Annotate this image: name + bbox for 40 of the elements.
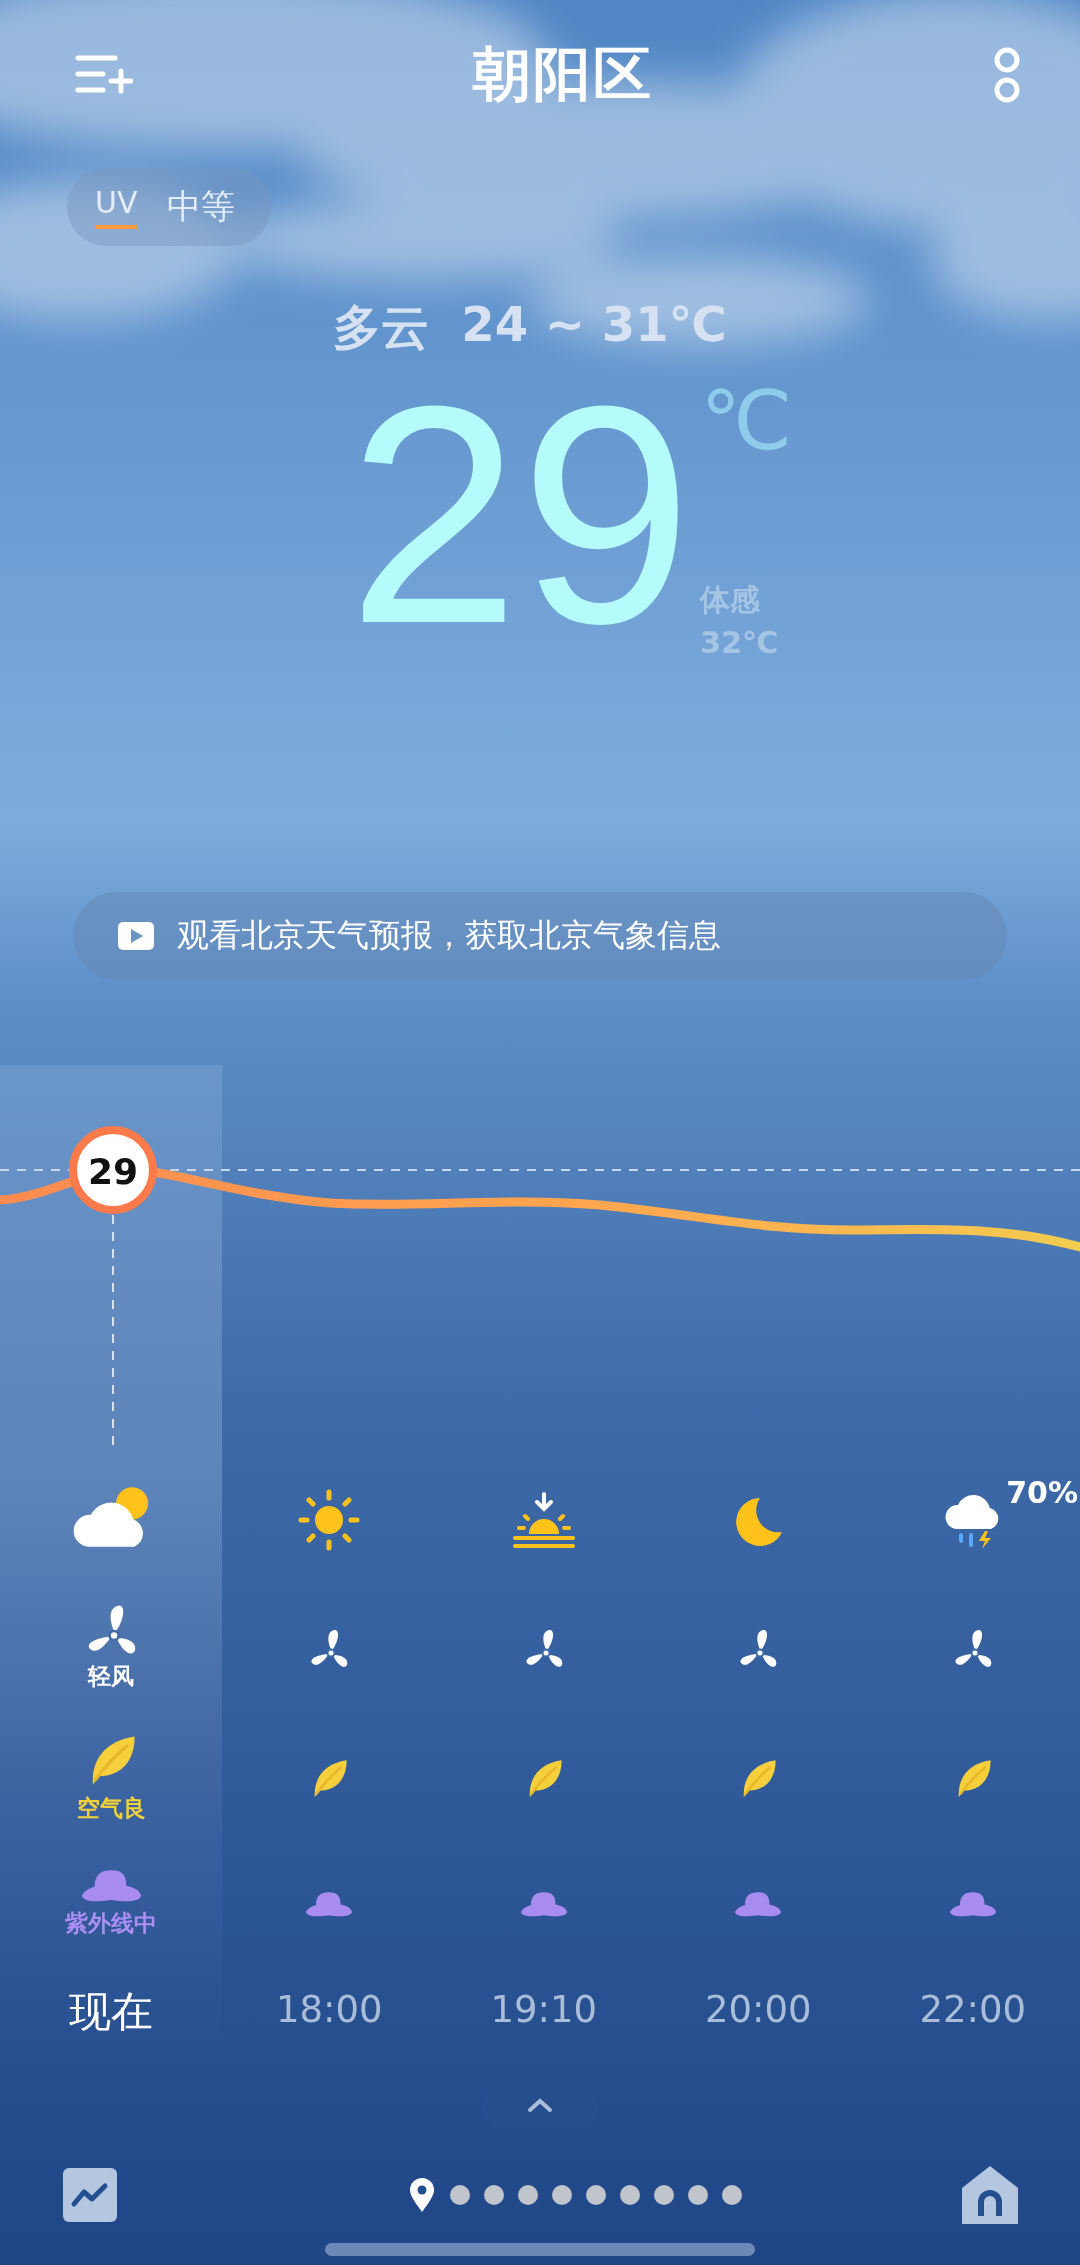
hour-column[interactable]: 19:10 [436, 1065, 651, 2055]
hour-time: 22:00 [919, 1988, 1027, 2031]
sun-icon [297, 1488, 362, 1552]
current-temperature: 29 [347, 360, 693, 660]
play-icon [117, 921, 155, 951]
location-pin-icon[interactable] [407, 2177, 436, 2213]
hour-column[interactable]: 18:00 [222, 1065, 437, 2055]
page-dot[interactable] [483, 2185, 504, 2205]
page-dot[interactable] [585, 2185, 606, 2205]
hour-time: 18:00 [275, 1988, 383, 2031]
hour-time: 20:00 [704, 1988, 812, 2031]
page-dot[interactable] [517, 2185, 538, 2205]
city-title: 朝阳区 [472, 39, 653, 110]
wind-level: 轻风 [88, 1662, 134, 1691]
air-quality: 空气良 [76, 1793, 146, 1823]
page-dot[interactable] [619, 2185, 640, 2205]
forecast-video-banner[interactable]: 观看北京天气预报，获取北京气象信息 [73, 892, 1007, 980]
uv-level: 紫外线中 [65, 1909, 157, 1938]
sunset-icon [510, 1490, 577, 1550]
hour-column[interactable]: 20:00 [651, 1065, 866, 2055]
precipitation-chance: 70% [1006, 1475, 1078, 1510]
home-icon[interactable] [962, 2166, 1018, 2224]
page-dot[interactable] [653, 2185, 674, 2205]
hour-time: 19:10 [490, 1988, 598, 2031]
hour-column[interactable]: 70% 22:00 [865, 1065, 1080, 2055]
uv-label: UV [95, 185, 138, 229]
temperature-range: 24 ~ 31℃ [461, 296, 727, 354]
page-dot[interactable] [551, 2185, 572, 2205]
page-dot[interactable] [721, 2185, 742, 2205]
uv-index-badge[interactable]: UV 中等 [67, 168, 272, 246]
hour-time: 现在 [69, 1986, 153, 2038]
temperature-unit: ℃ [700, 380, 793, 462]
trend-chart-icon[interactable] [63, 2168, 117, 2222]
weather-condition: 多云 [333, 298, 430, 357]
temperature-label: 29 [87, 1151, 139, 1192]
page-dot[interactable] [687, 2185, 708, 2205]
uv-level: 中等 [167, 185, 236, 228]
page-dot[interactable] [449, 2185, 470, 2205]
caret-icon [527, 2097, 553, 2113]
banner-text: 观看北京天气预报，获取北京气象信息 [177, 915, 721, 956]
